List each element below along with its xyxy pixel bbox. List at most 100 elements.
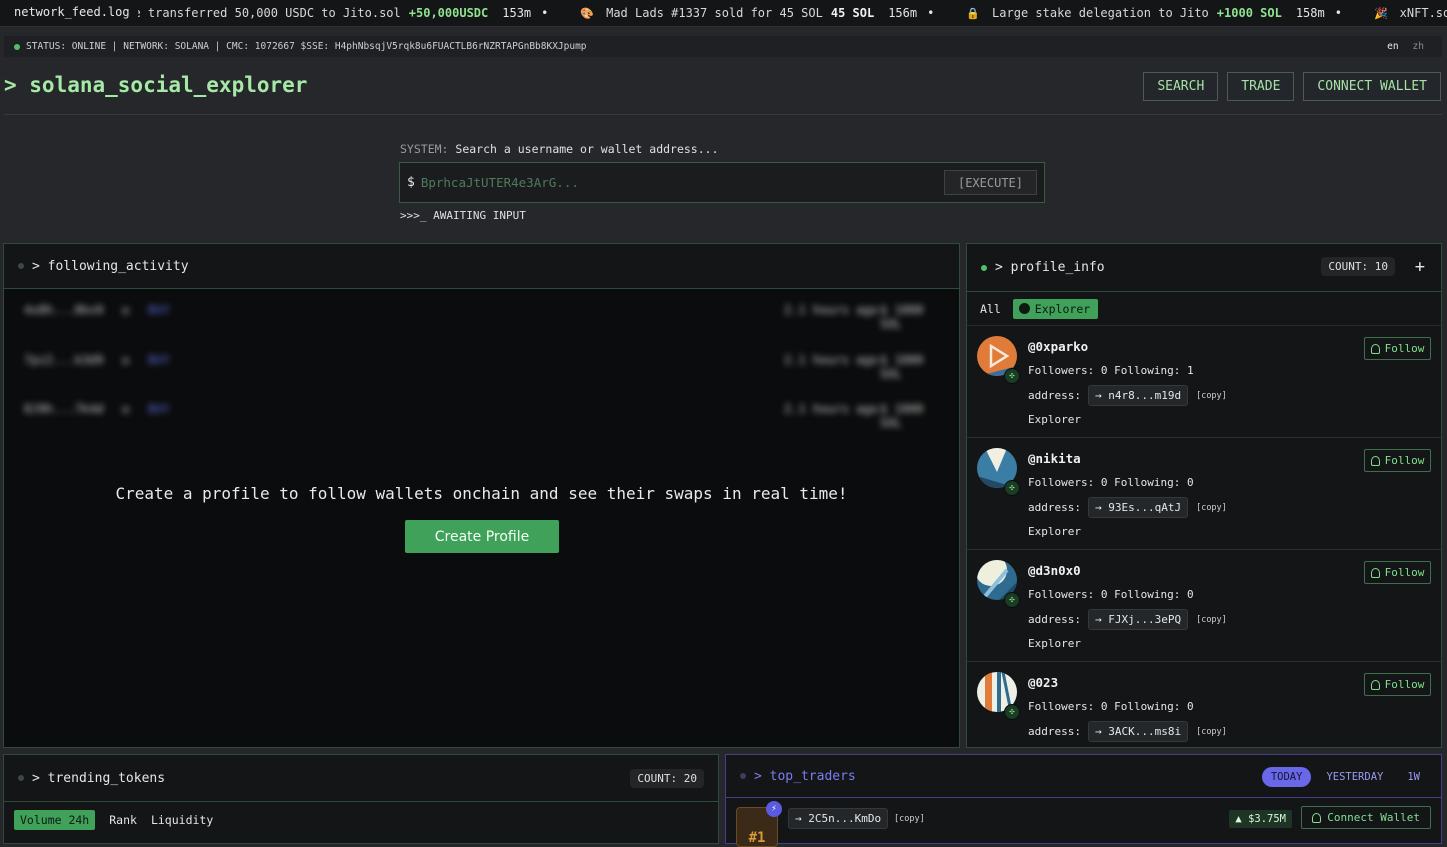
copy-button[interactable]: [copy] bbox=[894, 814, 925, 824]
network-feed-ticker: network_feed.log ale transferred 50,000 … bbox=[0, 0, 1447, 27]
panel-dot bbox=[18, 263, 24, 269]
user-icon bbox=[1370, 679, 1380, 690]
period-yesterday[interactable]: YESTERDAY bbox=[1317, 767, 1392, 787]
ticker-item-text: xNFT.sol reached 1000 followers bbox=[1399, 6, 1447, 20]
panel-dot bbox=[740, 773, 746, 779]
follow-label: Follow bbox=[1384, 678, 1425, 691]
address-pill[interactable]: → n4r8...m19d bbox=[1087, 385, 1189, 406]
row-value: $ 1000 SOL bbox=[880, 303, 924, 331]
profile-card[interactable]: ✣ @nikita Followers: 0 Following: 0 addr… bbox=[967, 438, 1441, 550]
period-1w[interactable]: 1W bbox=[1398, 767, 1429, 787]
trader-address[interactable]: → 2C5n...KmDo bbox=[788, 808, 889, 829]
copy-button[interactable]: [copy] bbox=[1196, 391, 1227, 401]
filter-all[interactable]: All bbox=[980, 302, 1001, 316]
top-traders-panel: > top_traders TODAY YESTERDAY 1W #1 ⚡ → … bbox=[725, 754, 1442, 847]
profile-follow-counts: Followers: 0 Following: 0 bbox=[1028, 700, 1194, 713]
execute-button[interactable]: [EXECUTE] bbox=[944, 170, 1037, 195]
blurred-activity-row: 4x8h...8kx9 ▣ BUY 2.1 hours ago $ 1000 S… bbox=[18, 300, 948, 331]
address-pill[interactable]: → 3ACK...ms8i bbox=[1087, 721, 1189, 742]
follow-button[interactable]: Follow bbox=[1364, 673, 1431, 696]
panel-header: > top_traders TODAY YESTERDAY 1W bbox=[726, 755, 1441, 798]
panel-dot bbox=[981, 264, 987, 271]
row-time: 2.1 hours ago bbox=[784, 303, 878, 317]
filter-explorer[interactable]: Explorer bbox=[1012, 298, 1099, 319]
profile-username[interactable]: @0xparko bbox=[1028, 339, 1088, 354]
system-key: SYSTEM: bbox=[400, 142, 449, 156]
follow-button[interactable]: Follow bbox=[1364, 561, 1431, 584]
row-address: 4x8h...8kx9 bbox=[24, 303, 104, 317]
following-activity-panel: > following_activity 4x8h...8kx9 ▣ BUY 2… bbox=[3, 243, 960, 748]
profile-info-panel: > profile_info COUNT: 10 + All Explorer … bbox=[966, 243, 1442, 748]
bolt-icon: ⚡ bbox=[766, 801, 782, 817]
profile-card[interactable]: ✣ @023 Followers: 0 Following: 0 address… bbox=[967, 662, 1441, 747]
follow-button[interactable]: Follow bbox=[1364, 449, 1431, 472]
blurred-activity-row: 7pz2...k3d9 ▣ BUY 2.1 hours ago $ 1000 S… bbox=[18, 350, 948, 381]
ticker-item[interactable]: ale transferred 50,000 USDC to Jito.sol … bbox=[119, 6, 548, 20]
connect-wallet-button[interactable]: Connect Wallet bbox=[1301, 806, 1431, 829]
lang-zh[interactable]: zh bbox=[1413, 41, 1424, 52]
party-icon: 🎉 bbox=[1373, 6, 1388, 20]
user-icon bbox=[1370, 567, 1380, 578]
ticker-item-time: 153m bbox=[502, 6, 532, 20]
tab-volume-24h[interactable]: Volume 24h bbox=[14, 810, 96, 830]
ticker-item-amount: 45 SOL bbox=[830, 6, 875, 20]
explorer-badge-icon: ✣ bbox=[1004, 592, 1020, 608]
header-actions: SEARCH TRADE CONNECT WALLET bbox=[1143, 72, 1441, 101]
lang-en[interactable]: en bbox=[1387, 41, 1398, 52]
ticker-item[interactable]: 🎨 Mad Lads #1337 sold for 45 SOL 45 SOL … bbox=[580, 6, 934, 20]
app-title: > solana_social_explorer bbox=[4, 73, 308, 97]
explorer-badge-icon: ✣ bbox=[1004, 704, 1020, 720]
connect-wallet-button[interactable]: CONNECT WALLET bbox=[1303, 72, 1441, 101]
tab-liquidity[interactable]: Liquidity bbox=[151, 813, 213, 827]
profile-address: address: → 93Es...qAtJ [copy] bbox=[1028, 497, 1227, 518]
row-value: $ 1000 SOL bbox=[880, 402, 924, 430]
profile-role: Explorer bbox=[1028, 637, 1081, 650]
ticker-item-text: ale transferred 50,000 USDC to Jito.sol bbox=[119, 6, 401, 20]
profile-follow-counts: Followers: 0 Following: 0 bbox=[1028, 588, 1194, 601]
explorer-badge-icon: ✣ bbox=[1004, 480, 1020, 496]
palette-icon: 🎨 bbox=[580, 6, 595, 20]
profile-role: Explorer bbox=[1028, 413, 1081, 426]
status-online-dot bbox=[14, 43, 20, 50]
tab-rank[interactable]: Rank bbox=[109, 813, 137, 827]
connect-wallet-label: Connect Wallet bbox=[1327, 811, 1420, 824]
row-address: 7pz2...k3d9 bbox=[24, 353, 104, 367]
trade-button[interactable]: TRADE bbox=[1227, 72, 1295, 101]
profile-username[interactable]: @nikita bbox=[1028, 451, 1081, 466]
profile-card[interactable]: ✣ @d3n0x0 Followers: 0 Following: 0 addr… bbox=[967, 550, 1441, 662]
panel-title: > following_activity bbox=[32, 258, 189, 274]
trending-tabs: Volume 24h Rank Liquidity bbox=[14, 810, 213, 830]
profile-username[interactable]: @023 bbox=[1028, 675, 1058, 690]
user-icon bbox=[1370, 343, 1380, 354]
ticker-item[interactable]: 🎉 xNFT.sol reached 1000 followers 163m bbox=[1374, 6, 1447, 20]
copy-button[interactable]: [copy] bbox=[1196, 615, 1227, 625]
ticker-item-text: Large stake delegation to Jito bbox=[992, 6, 1209, 20]
ticker-separator: • bbox=[541, 6, 549, 20]
address-label: address: bbox=[1028, 725, 1081, 738]
search-hint: SYSTEM: Search a username or wallet addr… bbox=[400, 142, 719, 156]
address-label: address: bbox=[1028, 613, 1081, 626]
ticker-item-time: 156m bbox=[888, 6, 918, 20]
address-pill[interactable]: → FJXj...3ePQ bbox=[1087, 609, 1189, 630]
profile-username[interactable]: @d3n0x0 bbox=[1028, 563, 1081, 578]
ticker-item[interactable]: 🔒 Large stake delegation to Jito +1000 S… bbox=[966, 6, 1342, 20]
profile-follow-counts: Followers: 0 Following: 0 bbox=[1028, 476, 1194, 489]
period-today[interactable]: TODAY bbox=[1261, 767, 1312, 787]
address-pill[interactable]: → 93Es...qAtJ bbox=[1087, 497, 1189, 518]
copy-button[interactable]: [copy] bbox=[1196, 727, 1227, 737]
create-profile-button[interactable]: Create Profile bbox=[405, 520, 559, 553]
status-text: STATUS: ONLINE | NETWORK: SOLANA | CMC: … bbox=[26, 41, 587, 52]
row-tag: BUY bbox=[148, 402, 170, 416]
profile-address: address: → 3ACK...ms8i [copy] bbox=[1028, 721, 1227, 742]
search-input[interactable] bbox=[420, 175, 931, 190]
profile-card[interactable]: ✣ @0xparko Followers: 0 Following: 1 add… bbox=[967, 326, 1441, 438]
trader-pnl: ▲ $3.75M bbox=[1229, 810, 1292, 828]
follow-button[interactable]: Follow bbox=[1364, 337, 1431, 360]
search-button[interactable]: SEARCH bbox=[1143, 72, 1219, 101]
ticker-separator: • bbox=[1334, 6, 1342, 20]
filter-explorer-label: Explorer bbox=[1034, 301, 1091, 316]
copy-button[interactable]: [copy] bbox=[1196, 503, 1227, 513]
panel-title: > trending_tokens bbox=[32, 770, 166, 786]
ticker-item-amount: +1000 SOL bbox=[1216, 6, 1282, 20]
add-icon[interactable]: + bbox=[1415, 257, 1425, 277]
